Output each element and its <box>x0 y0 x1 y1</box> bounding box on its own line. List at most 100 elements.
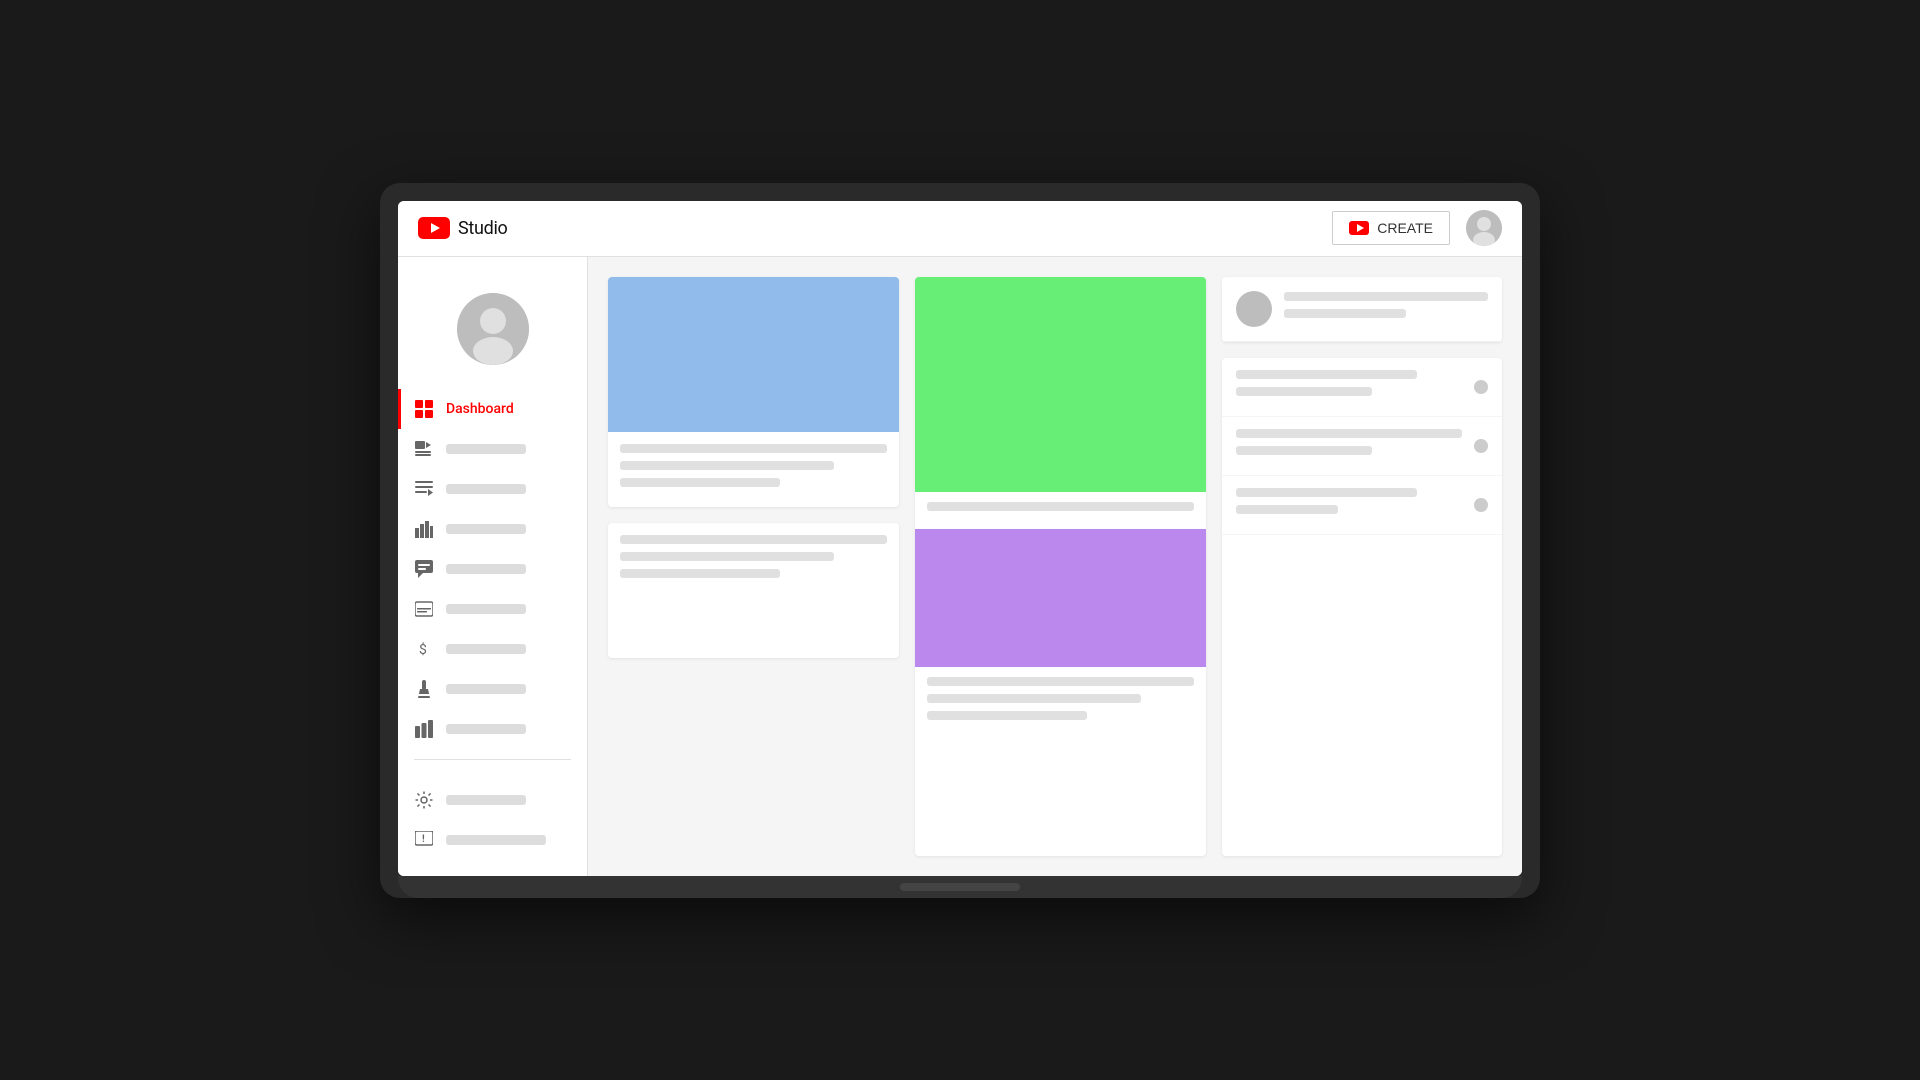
channel-mini-avatar <box>1236 291 1272 327</box>
card-video-2 <box>608 523 899 658</box>
sidebar-item-content[interactable] <box>398 429 587 469</box>
stat-2-dot <box>1474 439 1488 453</box>
stat-row-1 <box>1222 358 1502 417</box>
card-1-body <box>608 432 899 507</box>
brush-icon <box>414 679 434 699</box>
logo: Studio <box>418 217 508 239</box>
sidebar-item-comments[interactable] <box>398 549 587 589</box>
sidebar-divider <box>414 759 571 760</box>
card-1-line-3 <box>620 478 780 487</box>
card-4-line-1 <box>620 535 887 544</box>
app-title: Studio <box>458 218 508 239</box>
sidebar-item-customization[interactable] <box>398 669 587 709</box>
right-column <box>1222 277 1502 856</box>
sidebar-item-subtitles[interactable] <box>398 589 587 629</box>
sidebar-item-monetization[interactable]: $ <box>398 629 587 669</box>
create-video-icon <box>1349 221 1369 235</box>
card-1-thumbnail <box>608 277 899 432</box>
stat-2-lines <box>1236 429 1462 463</box>
subtitles-icon <box>414 599 434 619</box>
feedback-icon: ! <box>414 830 434 850</box>
dollar-icon: $ <box>414 639 434 659</box>
sidebar-item-feedback[interactable]: ! <box>398 820 587 860</box>
svg-text:!: ! <box>422 834 425 845</box>
stat-2-line-1 <box>1236 429 1462 438</box>
audio-icon <box>414 719 434 739</box>
stat-1-lines <box>1236 370 1462 404</box>
customization-label-placeholder <box>446 684 526 694</box>
mid2-line-2 <box>927 694 1141 703</box>
stat-3-dot <box>1474 498 1488 512</box>
mid2-line-1 <box>927 677 1194 686</box>
channel-info-card <box>1222 277 1502 342</box>
content-area <box>588 257 1522 876</box>
channel-avatar-icon <box>457 293 529 365</box>
sidebar-item-dashboard[interactable]: Dashboard <box>398 389 587 429</box>
mid-line-1 <box>927 502 1194 511</box>
create-button-label: CREATE <box>1377 220 1433 236</box>
middle-card-body-2 <box>915 667 1206 738</box>
sidebar-avatar-section <box>398 273 587 389</box>
youtube-logo-icon <box>418 217 450 239</box>
audio-library-label-placeholder <box>446 724 526 734</box>
settings-label-placeholder <box>446 795 526 805</box>
header-actions: CREATE <box>1332 210 1502 246</box>
list-icon <box>414 479 434 499</box>
card-1-line-1 <box>620 444 887 453</box>
sidebar-item-playlists[interactable] <box>398 469 587 509</box>
gear-icon <box>414 790 434 810</box>
playlists-label-placeholder <box>446 484 526 494</box>
monetization-label-placeholder <box>446 644 526 654</box>
sidebar-item-analytics[interactable] <box>398 509 587 549</box>
sidebar-item-audio-library[interactable] <box>398 709 587 749</box>
feedback-label-placeholder <box>446 835 546 845</box>
sidebar-item-settings[interactable] <box>398 780 587 820</box>
mid2-line-3 <box>927 711 1087 720</box>
channel-info-lines <box>1284 292 1488 326</box>
card-4-line-2 <box>620 552 834 561</box>
channel-avatar[interactable] <box>457 293 529 365</box>
sidebar-nav: Dashboard <box>398 389 587 749</box>
stat-2-line-2 <box>1236 446 1372 455</box>
card-4-line-3 <box>620 569 780 578</box>
card-video-1 <box>608 277 899 507</box>
middle-card-body-1 <box>915 492 1206 529</box>
purple-thumbnail <box>915 529 1206 667</box>
avatar-person-icon <box>1466 210 1502 246</box>
stat-3-line-2 <box>1236 505 1338 514</box>
comments-label-placeholder <box>446 564 526 574</box>
content-label-placeholder <box>446 444 526 454</box>
stat-1-line-2 <box>1236 387 1372 396</box>
left-column <box>608 277 899 856</box>
channel-sub-line <box>1284 309 1406 318</box>
green-thumbnail <box>915 277 1206 492</box>
card-1-line-2 <box>620 461 834 470</box>
card-4-body <box>608 523 899 658</box>
stats-card <box>1222 358 1502 856</box>
sidebar: Dashboard <box>398 257 588 876</box>
stat-row-3 <box>1222 476 1502 535</box>
sidebar-bottom: ! <box>398 780 587 860</box>
channel-name-line <box>1284 292 1488 301</box>
stat-3-line-1 <box>1236 488 1417 497</box>
video-list-icon <box>414 439 434 459</box>
stat-3-lines <box>1236 488 1462 522</box>
stat-row-2 <box>1222 417 1502 476</box>
bar-chart-icon <box>414 519 434 539</box>
comments-icon <box>414 559 434 579</box>
create-button[interactable]: CREATE <box>1332 211 1450 245</box>
channel-header <box>1222 277 1502 342</box>
svg-text:$: $ <box>419 641 427 658</box>
stat-1-line-1 <box>1236 370 1417 379</box>
header: Studio CREATE <box>398 201 1522 257</box>
grid-icon <box>414 399 434 419</box>
user-avatar[interactable] <box>1466 210 1502 246</box>
main-layout: Dashboard <box>398 257 1522 876</box>
dashboard-label: Dashboard <box>446 401 514 417</box>
card-4-spacer <box>620 586 887 646</box>
middle-column <box>915 277 1206 856</box>
card-middle <box>915 277 1206 856</box>
subtitles-label-placeholder <box>446 604 526 614</box>
analytics-label-placeholder <box>446 524 526 534</box>
stat-1-dot <box>1474 380 1488 394</box>
